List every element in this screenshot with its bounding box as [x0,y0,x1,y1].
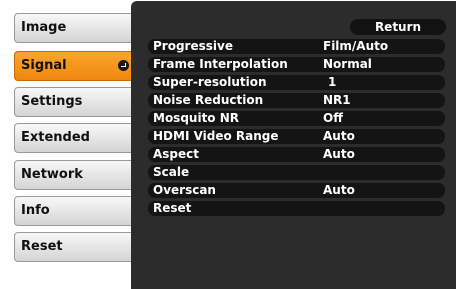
row-label: Overscan [153,183,216,197]
sidebar-item-settings[interactable]: Settings [14,87,138,117]
menu-row-frame-interpolation[interactable]: Frame Interpolation Normal [148,57,445,72]
menu-sidebar: Image Signal Settings Extended Network I… [14,0,140,289]
row-label: Progressive [153,39,233,53]
menu-row-noise-reduction[interactable]: Noise Reduction NR1 [148,93,445,108]
row-label: Mosquito NR [153,111,240,125]
row-label: Noise Reduction [153,93,264,107]
row-value: NR1 [323,93,351,107]
sidebar-item-label: Settings [21,94,83,109]
sidebar-item-extended[interactable]: Extended [14,123,138,153]
row-value: Auto [323,147,355,161]
signal-settings-panel: Return Progressive Film/Auto Frame Inter… [131,1,456,289]
menu-row-reset[interactable]: Reset [148,201,445,216]
menu-row-mosquito-nr[interactable]: Mosquito NR Off [148,111,445,126]
menu-row-aspect[interactable]: Aspect Auto [148,147,445,162]
sidebar-item-image[interactable]: Image [14,13,138,43]
enter-icon [118,60,129,71]
row-value: Normal [323,57,372,71]
row-value: Auto [323,129,355,143]
sidebar-item-signal[interactable]: Signal [14,51,138,81]
sidebar-item-reset[interactable]: Reset [14,232,138,262]
sidebar-item-label: Reset [21,239,63,254]
row-label: Aspect [153,147,200,161]
sidebar-item-label: Signal [21,58,67,73]
row-value: Auto [323,183,355,197]
sidebar-item-label: Info [21,203,50,218]
row-value: Film/Auto [323,39,389,53]
return-button[interactable]: Return [350,19,446,35]
row-label: Reset [153,201,192,215]
menu-row-super-resolution[interactable]: Super-resolution 1 [148,75,445,90]
menu-row-scale[interactable]: Scale [148,165,445,180]
menu-row-hdmi-video-range[interactable]: HDMI Video Range Auto [148,129,445,144]
row-value: Off [323,111,343,125]
sidebar-item-info[interactable]: Info [14,196,138,226]
row-label: Frame Interpolation [153,57,288,71]
row-label: Super-resolution [153,75,267,89]
row-value: 1 [328,75,337,89]
menu-row-overscan[interactable]: Overscan Auto [148,183,445,198]
sidebar-item-network[interactable]: Network [14,160,138,190]
sidebar-item-label: Image [21,20,67,35]
sidebar-item-label: Extended [21,130,90,145]
sidebar-item-label: Network [21,167,83,182]
menu-row-progressive[interactable]: Progressive Film/Auto [148,39,445,54]
row-label: Scale [153,165,190,179]
row-label: HDMI Video Range [153,129,279,143]
